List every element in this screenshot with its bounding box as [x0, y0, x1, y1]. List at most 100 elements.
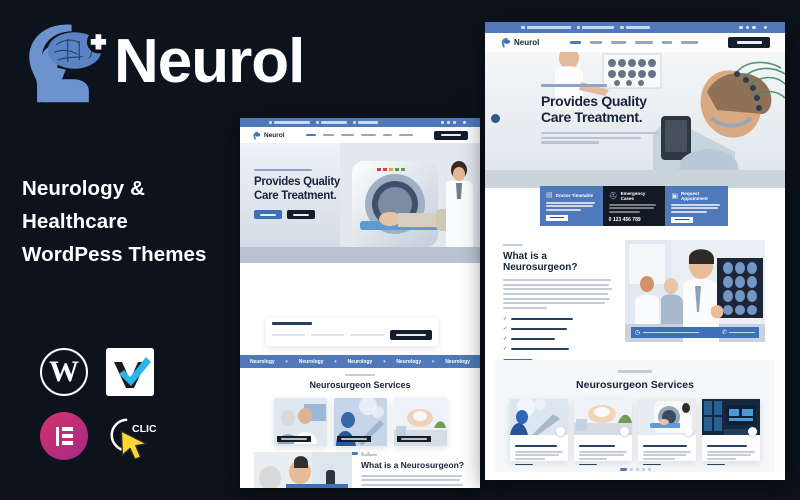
nav-link-portfolio[interactable] [360, 133, 376, 137]
nav-logo-icon [501, 37, 511, 48]
site-nav[interactable]: Neurol [240, 127, 480, 143]
hero-title-line-1: Provides Quality [254, 176, 340, 189]
marquee-star-icon: ✦ [284, 358, 289, 365]
marquee-star-icon: ✦ [431, 358, 436, 365]
nav-appointment-button[interactable] [434, 130, 468, 140]
browser-mockup-large[interactable]: Neurol Provides Quality Care Treatment. … [485, 22, 785, 480]
marquee-word: Neurology [249, 358, 275, 365]
clock-icon: ◷ [635, 330, 641, 336]
service-card[interactable] [574, 398, 632, 466]
service-arrow-icon[interactable] [684, 426, 693, 436]
service-card[interactable] [638, 398, 696, 466]
service-arrow-icon[interactable] [748, 426, 757, 436]
hero-read-more-button[interactable] [254, 210, 282, 220]
testimonial-card [286, 484, 348, 488]
tagline-line-1: Neurology & [22, 177, 145, 200]
head-brain-medical-cross-icon [14, 16, 110, 108]
info-card-action-button[interactable] [546, 214, 568, 221]
about-check-item: ✓ [503, 346, 613, 352]
service-card-title [280, 438, 307, 441]
service-card-link[interactable] [707, 463, 725, 466]
hero-description [541, 132, 659, 135]
service-card-title [340, 438, 367, 441]
nav-links[interactable] [305, 133, 413, 137]
nav-link-service[interactable] [610, 41, 626, 44]
service-card-title [515, 444, 557, 447]
service-card-title [643, 444, 687, 447]
service-card-link[interactable] [643, 463, 661, 466]
nav-brand[interactable]: Neurol [240, 131, 285, 140]
clipboard-icon: ▣ [671, 193, 678, 200]
nav-link-pages[interactable] [322, 133, 334, 137]
about-title: What is a Neurosurgeon? [503, 251, 578, 274]
service-card[interactable] [333, 397, 387, 447]
service-card-link[interactable] [579, 463, 597, 466]
nav-link-blog[interactable] [382, 133, 392, 137]
check-icon: ✓ [503, 315, 508, 322]
info-card-text [546, 202, 595, 204]
nav-appointment-button[interactable] [728, 37, 770, 48]
service-card[interactable] [510, 397, 568, 466]
service-card-title [400, 438, 427, 441]
info-card-doctor-timetable[interactable]: ▤ Doctor Timetable [540, 186, 603, 226]
site-nav[interactable]: Neurol [485, 33, 785, 52]
about-check-label [511, 337, 556, 340]
wpbakery-badge-icon [106, 348, 154, 396]
emergency-phone[interactable]: 0 123 456 789 [609, 217, 660, 223]
appointment-submit-button[interactable] [389, 329, 432, 340]
appointment-field-email[interactable] [311, 333, 345, 336]
nav-link-contact[interactable] [680, 41, 698, 44]
info-card-title: Request Appoinment [680, 191, 708, 201]
appointment-field-service[interactable] [350, 333, 384, 336]
promo-left-panel: Neurol Neurology & Healthcare WordPess T… [0, 0, 305, 500]
about-title: What is a Neurosurgeon? [361, 460, 464, 471]
promo-tagline: Neurology & Healthcare WordPess Themes [22, 172, 207, 272]
hero-prev-arrow-icon[interactable] [491, 114, 500, 123]
nav-link-portfolio[interactable] [634, 41, 653, 44]
hero-copy: Provides Quality Care Treatment. [541, 84, 671, 144]
info-card-title: Doctor Timetable [555, 192, 594, 198]
nav-brand[interactable]: Neurol [485, 37, 539, 48]
phone-icon: ✆ [721, 330, 727, 336]
nav-logo-icon [253, 131, 261, 140]
about-image-doctor-patient [254, 452, 352, 488]
service-arrow-icon[interactable] [556, 426, 565, 436]
service-card-title [579, 444, 615, 447]
about-check-item: ✓ [503, 316, 613, 322]
nav-link-home[interactable] [569, 41, 581, 44]
service-card[interactable] [702, 398, 760, 466]
about-body [503, 279, 611, 282]
service-card[interactable] [273, 398, 327, 447]
info-cards-row: ▤ Doctor Timetable ⛑ Emergency Cases 0 1… [540, 186, 729, 226]
browser-mockup-small[interactable]: Neurol Provides Quality Care Treatment. … [240, 118, 480, 488]
services-section-large: Neurosurgeon Services [495, 360, 775, 472]
appointment-form[interactable] [266, 318, 438, 346]
service-arrow-icon[interactable] [620, 426, 629, 436]
info-card-action-button[interactable] [671, 216, 694, 223]
nav-link-service[interactable] [340, 133, 354, 137]
service-card[interactable] [393, 398, 447, 447]
about-check-label [511, 347, 570, 350]
service-card-link[interactable] [515, 463, 533, 466]
svg-text:CLICK!: CLICK! [132, 423, 156, 435]
nav-link-blog[interactable] [661, 41, 672, 44]
hero-eyebrow [254, 169, 312, 172]
about-overlay-bar[interactable]: ◷ ✆ [631, 327, 759, 338]
appointment-field-name[interactable] [272, 333, 306, 336]
nav-link-home[interactable] [305, 133, 316, 137]
about-eyebrow [503, 244, 523, 247]
nav-link-pages[interactable] [589, 41, 602, 44]
about-section-small: What is a Neurosurgeon? [240, 452, 480, 488]
info-card-emergency-cases[interactable]: ⛑ Emergency Cases 0 123 456 789 [602, 186, 666, 226]
nav-link-contact[interactable] [398, 133, 413, 137]
check-icon: ✓ [503, 335, 508, 342]
hero-contact-button[interactable] [287, 210, 315, 220]
services-section-small: Neurosurgeon Services [240, 374, 480, 456]
hero-title-line-1: Provides Quality [541, 92, 647, 109]
nav-links[interactable] [569, 41, 698, 44]
hero-section: Provides Quality Care Treatment. [240, 143, 480, 263]
info-card-request-appointment[interactable]: ▣ Request Appoinment [665, 186, 729, 226]
brand-logo: Neurol [14, 16, 305, 108]
marquee-word: Neurology [445, 358, 470, 365]
service-card-title [707, 444, 747, 447]
